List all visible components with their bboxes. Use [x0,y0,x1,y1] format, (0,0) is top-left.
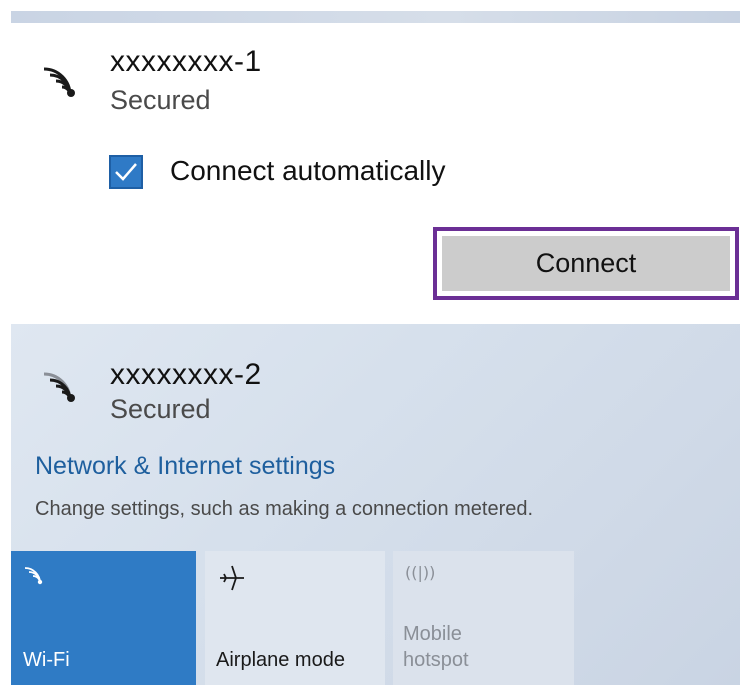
connect-automatically-label: Connect automatically [170,155,446,186]
quick-action-mobile-hotspot[interactable]: ((|)) Mobile hotspot [393,551,574,685]
wifi-secured-icon [40,360,88,404]
checkmark-icon [115,163,137,181]
quick-action-wifi[interactable]: Wi-Fi [11,551,196,685]
wifi-icon [23,563,49,590]
network-status: Secured [110,85,211,115]
quick-action-label: Wi-Fi [23,649,70,671]
quick-action-label-line1: Mobile [403,623,462,645]
network-status: Secured [110,394,211,424]
wifi-secured-icon [40,55,88,99]
airplane-icon [217,563,247,598]
quick-action-label: Mobile hotspot [403,621,469,673]
quick-action-label: Airplane mode [216,649,345,671]
connect-automatically-checkbox[interactable] [109,155,143,189]
network-settings-link[interactable]: Network & Internet settings [35,452,335,481]
top-spacer [0,0,740,11]
quick-action-airplane-mode[interactable]: Airplane mode [205,551,385,685]
network-name[interactable]: xxxxxxxx-2 [110,358,262,392]
connect-button[interactable]: Connect [442,236,730,291]
network-settings-description: Change settings, such as making a connec… [35,498,534,520]
network-name: xxxxxxxx-1 [110,45,262,78]
quick-action-label-line2: hotspot [403,649,469,671]
mobile-hotspot-icon: ((|)) [405,563,436,582]
previous-item-edge [11,11,740,23]
